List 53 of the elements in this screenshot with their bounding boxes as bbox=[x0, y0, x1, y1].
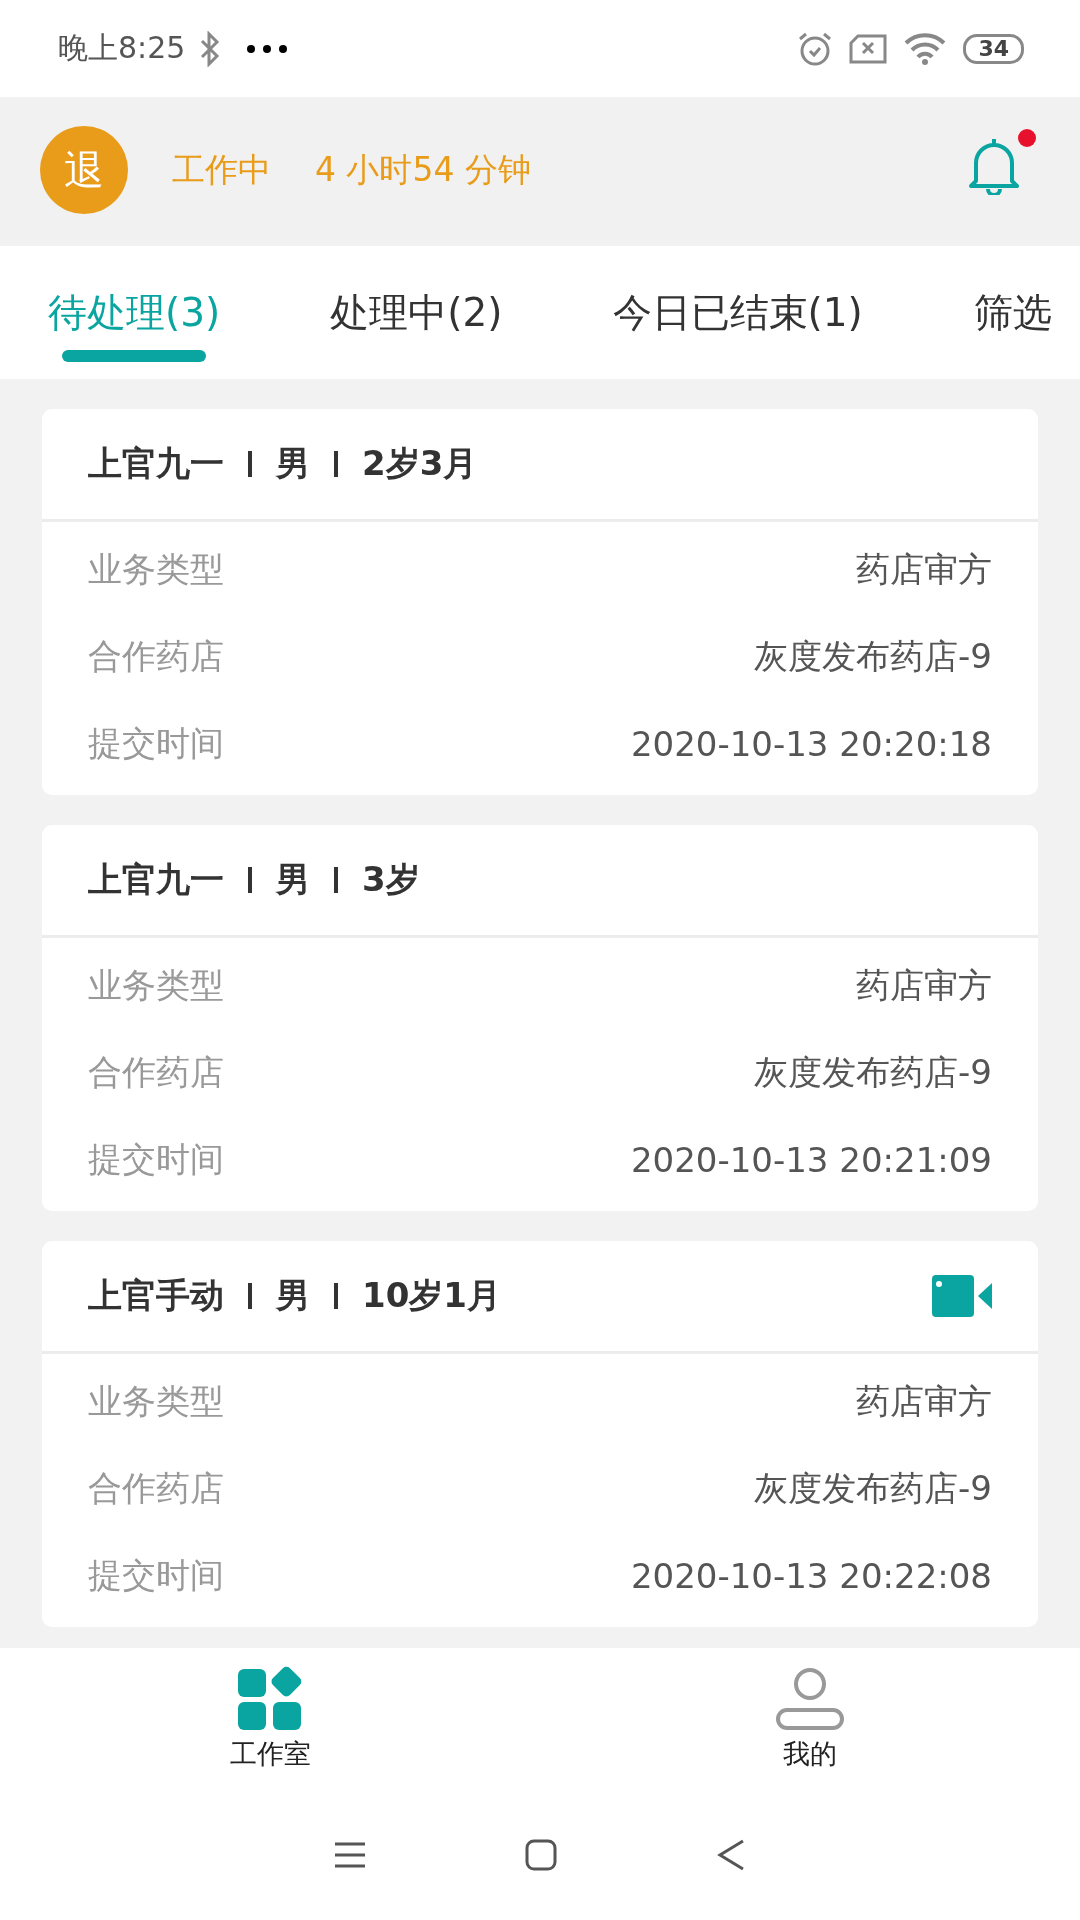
field-label: 提交时间 bbox=[88, 1553, 224, 1597]
wifi-icon bbox=[903, 31, 948, 66]
field-value: 2020-10-13 20:21:09 bbox=[630, 1139, 992, 1180]
patient-name: 上官九一 bbox=[88, 858, 224, 901]
separator-bar bbox=[334, 451, 338, 477]
field-value: 2020-10-13 20:22:08 bbox=[630, 1555, 992, 1596]
alarm-icon bbox=[797, 30, 834, 67]
patient-age: 3岁 bbox=[362, 858, 420, 901]
field-value: 灰度发布药店-9 bbox=[754, 1050, 992, 1094]
order-card[interactable]: 上官九一 男 3岁 业务类型 药店审方 合作药店 灰度发布药店-9 提交时间 2020-10-13 20:21:09 bbox=[42, 825, 1038, 1211]
order-card[interactable]: 上官九一 男 2岁3月 业务类型 药店审方 合作药店 灰度发布药店-9 提交时间 2020-10-13 20:20:18 bbox=[42, 409, 1038, 795]
field-value: 灰度发布药店-9 bbox=[754, 1466, 992, 1510]
field-label: 业务类型 bbox=[88, 547, 224, 591]
patient-age: 2岁3月 bbox=[362, 442, 478, 485]
work-status: 工作中 bbox=[172, 148, 271, 191]
bluetooth-icon bbox=[199, 30, 222, 67]
separator-bar bbox=[334, 1283, 338, 1309]
separator-bar bbox=[248, 1283, 252, 1309]
order-card[interactable]: 上官手动 男 10岁1月 业务类型 药店审方 合作药店 灰度发布药店-9 提交时间 2020-10-13 20:22:08 bbox=[42, 1241, 1038, 1627]
patient-name: 上官九一 bbox=[88, 442, 224, 485]
separator-bar bbox=[248, 867, 252, 893]
field-label: 提交时间 bbox=[88, 721, 224, 765]
status-time: 晚上8:25 bbox=[58, 29, 186, 67]
field-value: 灰度发布药店-9 bbox=[754, 634, 992, 678]
patient-age: 10岁1月 bbox=[362, 1274, 501, 1317]
home-icon[interactable] bbox=[525, 1839, 557, 1871]
field-label: 合作药店 bbox=[88, 1466, 224, 1510]
field-label: 业务类型 bbox=[88, 1379, 224, 1423]
work-duration: 4 小时54 分钟 bbox=[315, 148, 531, 191]
field-value: 药店审方 bbox=[856, 963, 992, 1007]
patient-gender: 男 bbox=[276, 442, 310, 485]
field-label: 合作药店 bbox=[88, 1050, 224, 1094]
patient-gender: 男 bbox=[276, 1274, 310, 1317]
separator-bar bbox=[334, 867, 338, 893]
back-icon[interactable] bbox=[717, 1839, 745, 1871]
tab[interactable]: 处理中(2) bbox=[310, 246, 523, 379]
nav-item[interactable]: 工作室 bbox=[0, 1648, 540, 1790]
nav-item[interactable]: 我的 bbox=[540, 1648, 1080, 1790]
field-label: 提交时间 bbox=[88, 1137, 224, 1181]
more-icon bbox=[247, 44, 288, 53]
tab[interactable]: 今日已结束(1) bbox=[592, 246, 883, 379]
field-value: 药店审方 bbox=[856, 547, 992, 591]
battery-level: 34 bbox=[963, 33, 1024, 64]
patient-name: 上官手动 bbox=[88, 1274, 224, 1317]
field-label: 合作药店 bbox=[88, 634, 224, 678]
field-value: 药店审方 bbox=[856, 1379, 992, 1423]
separator-bar bbox=[248, 451, 252, 477]
patient-gender: 男 bbox=[276, 858, 310, 901]
menu-icon[interactable] bbox=[335, 1842, 365, 1868]
field-value: 2020-10-13 20:20:18 bbox=[630, 723, 992, 764]
field-label: 业务类型 bbox=[88, 963, 224, 1007]
sim-error-icon bbox=[849, 33, 888, 64]
filter-button[interactable]: 筛选 bbox=[954, 246, 1052, 379]
